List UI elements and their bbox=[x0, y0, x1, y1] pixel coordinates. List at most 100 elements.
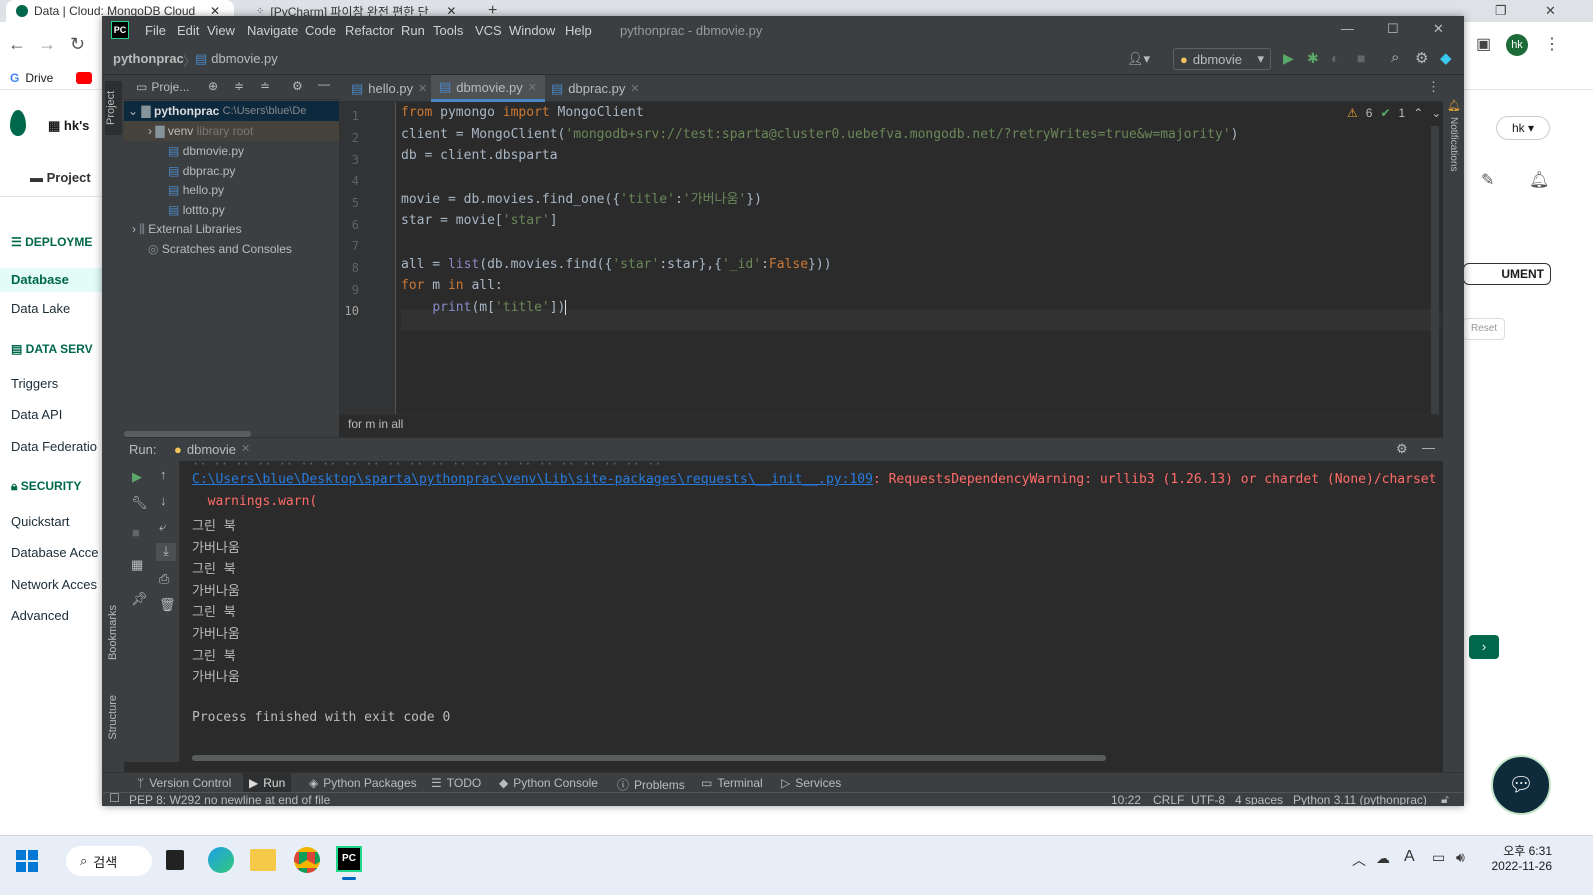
status-indent[interactable]: 4 spaces bbox=[1235, 793, 1283, 805]
tree-item-external-libraries[interactable]: › ⫼ External Libraries bbox=[124, 219, 242, 239]
menu-code[interactable]: Code bbox=[305, 23, 336, 38]
chevron-down-icon[interactable]: ⌄ bbox=[1431, 106, 1441, 120]
close-icon[interactable]: ✕ bbox=[418, 82, 427, 95]
expand-all-icon[interactable]: ≑ bbox=[234, 79, 244, 93]
nav-data-lake[interactable]: Data Lake bbox=[11, 301, 70, 316]
tool-tab-problems[interactable]: ⓘ Problems bbox=[617, 776, 685, 793]
gear-icon[interactable]: ⚙ bbox=[1415, 49, 1428, 67]
nav-data-federation[interactable]: Data Federatio bbox=[11, 439, 97, 454]
tool-tab-run[interactable]: ▶ Run bbox=[243, 773, 292, 793]
input-method-icon[interactable]: A bbox=[1404, 848, 1415, 866]
editor-tab-hello[interactable]: ▤ hello.py ✕ bbox=[343, 75, 435, 102]
gear-icon[interactable]: ⚙ bbox=[1396, 441, 1408, 457]
forward-arrow-icon[interactable]: → bbox=[38, 34, 56, 55]
status-message[interactable]: PEP 8: W292 no newline at end of file bbox=[129, 793, 330, 805]
menu-tools[interactable]: Tools bbox=[433, 23, 463, 38]
org-selector[interactable]: ▦ hk's bbox=[48, 118, 89, 134]
side-panel-icon[interactable]: ▣ bbox=[1476, 34, 1491, 54]
file-explorer-icon[interactable] bbox=[250, 849, 276, 871]
tool-tab-terminal[interactable]: ▭ Terminal bbox=[701, 776, 763, 790]
tree-item-hello[interactable]: ▤ hello.py bbox=[124, 180, 224, 200]
stop-icon[interactable]: ■ bbox=[132, 525, 140, 540]
nav-database-access[interactable]: Database Acce bbox=[11, 545, 98, 560]
jetbrains-toolbox-icon[interactable]: ◆ bbox=[1440, 49, 1452, 67]
chrome-icon[interactable] bbox=[294, 847, 320, 873]
pycharm-taskbar-icon[interactable]: PC bbox=[336, 846, 362, 872]
arrow-up-icon[interactable]: ↑ bbox=[160, 467, 167, 482]
close-window-button[interactable]: ✕ bbox=[1545, 3, 1556, 19]
status-interpreter[interactable]: Python 3.11 (pythonprac) bbox=[1293, 793, 1427, 805]
taskbar-search[interactable]: ⌕ 검색 bbox=[66, 846, 152, 876]
maximize-button[interactable]: ☐ bbox=[1387, 21, 1399, 37]
editor-tab-dbprac[interactable]: ▤ dbprac.py ✕ bbox=[543, 75, 648, 102]
trash-icon[interactable]: 🗑︎ bbox=[159, 597, 176, 613]
tool-tab-python-packages[interactable]: ◈ Python Packages bbox=[309, 776, 417, 790]
rerun-icon[interactable]: ▶ bbox=[132, 469, 142, 485]
youtube-icon[interactable] bbox=[76, 72, 92, 84]
task-view-icon[interactable] bbox=[166, 850, 184, 870]
tray-chevron-up-icon[interactable]: ︿ bbox=[1352, 850, 1366, 870]
notifications-tool-button[interactable]: Notifications bbox=[1448, 117, 1459, 171]
tree-item-pythonprac[interactable]: ⌄ ▇ pythonprac C:\Users\blue\De bbox=[124, 101, 339, 121]
project-view-selector[interactable]: ▭ Proje... bbox=[136, 80, 189, 94]
windows-start-icon[interactable] bbox=[16, 850, 38, 872]
status-toggle-icon[interactable]: ☐ bbox=[109, 791, 120, 805]
chat-support-button[interactable]: 💬︎ bbox=[1491, 755, 1551, 815]
breadcrumb-for-loop[interactable]: for m in all bbox=[348, 417, 403, 431]
scroll-to-end-icon[interactable]: ⤓ bbox=[156, 543, 176, 561]
taskbar-time[interactable]: 오후 6:31 bbox=[1488, 842, 1552, 859]
run-config-tab[interactable]: ● dbmovie ✕ bbox=[174, 442, 250, 457]
status-caret-position[interactable]: 10:22 bbox=[1111, 793, 1141, 805]
console-horizontal-scrollbar[interactable] bbox=[192, 755, 1106, 761]
chevron-up-icon[interactable]: ⌃ bbox=[1413, 106, 1423, 120]
project-selector[interactable]: ▬ Project bbox=[30, 170, 91, 185]
tree-item-venv[interactable]: › ▇ venv library root bbox=[124, 121, 339, 141]
locate-icon[interactable]: ⊕ bbox=[208, 79, 218, 93]
next-button[interactable]: › bbox=[1469, 635, 1499, 659]
stop-icon[interactable]: ■ bbox=[1357, 50, 1365, 66]
hide-panel-icon[interactable]: — bbox=[1422, 440, 1435, 455]
restore-window-button[interactable]: ❐ bbox=[1495, 3, 1507, 19]
user-vcs-icon[interactable]: 👤︎▾ bbox=[1127, 51, 1150, 67]
profile-avatar[interactable]: hk bbox=[1506, 34, 1528, 56]
close-button[interactable]: ✕ bbox=[1433, 21, 1444, 37]
project-tool-button[interactable]: Project bbox=[105, 81, 122, 135]
document-button[interactable]: UMENT bbox=[1463, 263, 1551, 285]
tool-tab-services[interactable]: ▷ Services bbox=[781, 776, 841, 790]
tab-options-icon[interactable]: ⋮ bbox=[1427, 79, 1440, 95]
pin-icon[interactable]: 📌︎ bbox=[131, 591, 148, 607]
edit-icon[interactable]: ✎ bbox=[1481, 170, 1494, 190]
bell-icon[interactable]: 🔔︎ bbox=[1529, 170, 1549, 190]
wrench-icon[interactable]: 🔧︎ bbox=[131, 495, 148, 511]
nav-advanced[interactable]: Advanced bbox=[11, 608, 69, 623]
coverage-icon[interactable]: ◐ bbox=[1331, 50, 1339, 66]
close-icon[interactable]: ✕ bbox=[630, 82, 639, 95]
soft-wrap-icon[interactable]: ⤶ bbox=[159, 519, 166, 535]
nav-project-crumb[interactable]: pythonprac bbox=[113, 51, 184, 66]
menu-help[interactable]: Help bbox=[565, 23, 592, 38]
menu-run[interactable]: Run bbox=[401, 23, 425, 38]
code-editor[interactable]: from pymongo import MongoClient client =… bbox=[401, 102, 1441, 422]
edge-browser-icon[interactable] bbox=[208, 847, 234, 873]
bookmark-drive[interactable]: G Drive bbox=[10, 71, 53, 85]
menu-vcs[interactable]: VCS bbox=[475, 23, 502, 38]
kebab-menu-icon[interactable]: ⋮ bbox=[1544, 34, 1560, 54]
user-menu-button[interactable]: hk ▾ bbox=[1496, 116, 1550, 140]
print-icon[interactable]: ⎙ bbox=[159, 571, 169, 587]
nav-database[interactable]: Database bbox=[0, 268, 102, 292]
minimize-button[interactable]: — bbox=[1341, 21, 1354, 36]
status-line-separator[interactable]: CRLF bbox=[1153, 793, 1184, 805]
tree-item-dbprac[interactable]: ▤ dbprac.py bbox=[124, 161, 235, 181]
back-arrow-icon[interactable]: ← bbox=[8, 34, 26, 55]
nav-network-access[interactable]: Network Acces bbox=[11, 577, 97, 592]
editor-tab-dbmovie[interactable]: ▤ dbmovie.py ✕ bbox=[431, 75, 545, 102]
tree-item-scratches[interactable]: ◎ Scratches and Consoles bbox=[124, 239, 292, 259]
notifications-bell-icon[interactable]: 🔔︎ bbox=[1447, 99, 1461, 112]
run-console-output[interactable]: ·· ·· ·· ·· ·· ·· ·· ·· ·· ·· ·· ·· ·· ·… bbox=[180, 457, 1443, 762]
tree-item-dbmovie[interactable]: ▤ dbmovie.py bbox=[124, 141, 244, 161]
run-icon[interactable]: ▶ bbox=[1283, 50, 1294, 67]
reload-icon[interactable]: ↻ bbox=[70, 34, 85, 55]
lock-icon[interactable]: 🔓︎ bbox=[1441, 792, 1449, 805]
debug-icon[interactable]: ✱ bbox=[1307, 50, 1319, 67]
editor-scrollbar[interactable] bbox=[1431, 126, 1439, 416]
